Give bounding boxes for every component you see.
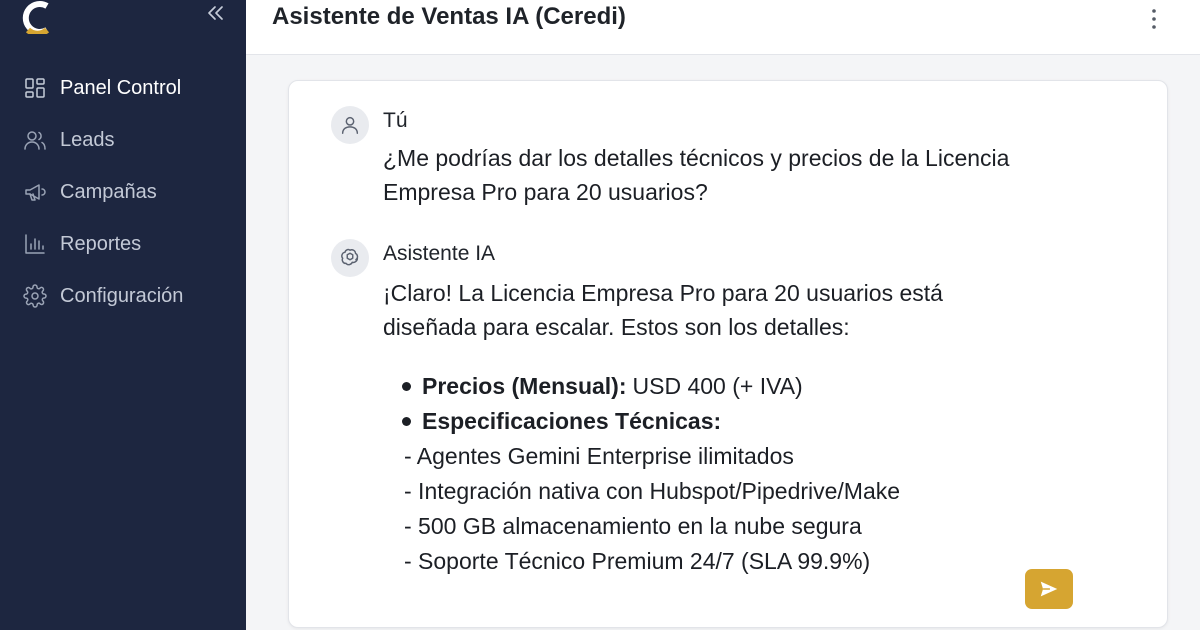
user-avatar — [331, 106, 369, 144]
bullet-dot — [402, 382, 411, 391]
price-bullet: Precios (Mensual): USD 400 (+ IVA) — [402, 369, 900, 404]
bar-chart-icon — [22, 231, 48, 257]
ceredi-logo[interactable] — [18, 0, 54, 34]
sidebar-nav: Panel Control Leads Campañas Reportes Co… — [0, 62, 246, 322]
sidebar-item-label: Configuración — [60, 284, 184, 307]
sidebar-item-reportes[interactable]: Reportes — [0, 218, 246, 270]
specs-label: Especificaciones Técnicas: — [422, 408, 722, 434]
sidebar-item-campanas[interactable]: Campañas — [0, 166, 246, 218]
top-bar: Asistente de Ventas IA (Ceredi) — [246, 0, 1200, 55]
gear-icon — [22, 283, 48, 309]
user-message-line: ¿Me podrías dar los detalles técnicos y … — [383, 145, 1010, 171]
user-message-line: Empresa Pro para 20 usuarios? — [383, 179, 708, 205]
price-value: USD 400 (+ IVA) — [632, 373, 803, 399]
send-button[interactable] — [1025, 569, 1073, 609]
assistant-message-line: ¡Claro! La Licencia Empresa Pro para 20 … — [383, 280, 943, 306]
sidebar-item-leads[interactable]: Leads — [0, 114, 246, 166]
sidebar-item-label: Panel Control — [60, 76, 182, 99]
assistant-avatar — [331, 239, 369, 277]
user-message: ¿Me podrías dar los detalles técnicos y … — [383, 141, 1009, 209]
ai-knot-icon — [341, 248, 359, 266]
user-icon — [341, 116, 359, 134]
spec-item: - Agentes Gemini Enterprise ilimitados — [404, 443, 794, 469]
assistant-intro: ¡Claro! La Licencia Empresa Pro para 20 … — [383, 276, 943, 344]
sidebar-item-label: Leads — [60, 128, 115, 151]
sidebar-item-label: Reportes — [60, 232, 142, 255]
send-icon — [1040, 581, 1058, 597]
sidebar: Panel Control Leads Campañas Reportes Co… — [0, 0, 246, 630]
megaphone-icon — [22, 179, 48, 205]
dashboard-icon — [22, 75, 48, 101]
sidebar-item-panel-control[interactable]: Panel Control — [0, 62, 246, 114]
spec-item: - Soporte Técnico Premium 24/7 (SLA 99.9… — [404, 548, 871, 574]
spec-item: - Integración nativa con Hubspot/Pipedri… — [404, 478, 901, 504]
page-title: Asistente de Ventas IA (Ceredi) — [272, 3, 626, 30]
sidebar-item-configuracion[interactable]: Configuración — [0, 270, 246, 322]
spec-item: - 500 GB almacenamiento en la nube segur… — [404, 513, 862, 539]
sidebar-item-label: Campañas — [60, 180, 157, 203]
specs-bullet: Especificaciones Técnicas: — [402, 404, 900, 439]
collapse-sidebar-icon[interactable] — [204, 2, 226, 24]
assistant-details-list: Precios (Mensual): USD 400 (+ IVA) Espec… — [402, 369, 900, 579]
chat-panel: Tú ¿Me podrías dar los detalles técnicos… — [288, 80, 1168, 628]
user-name: Tú — [383, 109, 408, 132]
more-options-icon[interactable] — [1144, 5, 1164, 31]
users-icon — [22, 127, 48, 153]
price-label: Precios (Mensual): — [422, 373, 627, 399]
assistant-message-line: diseñada para escalar. Estos son los det… — [383, 314, 850, 340]
bullet-dot — [402, 417, 411, 426]
assistant-name: Asistente IA — [383, 242, 496, 265]
specs-list: - Agentes Gemini Enterprise ilimitados -… — [387, 439, 900, 579]
